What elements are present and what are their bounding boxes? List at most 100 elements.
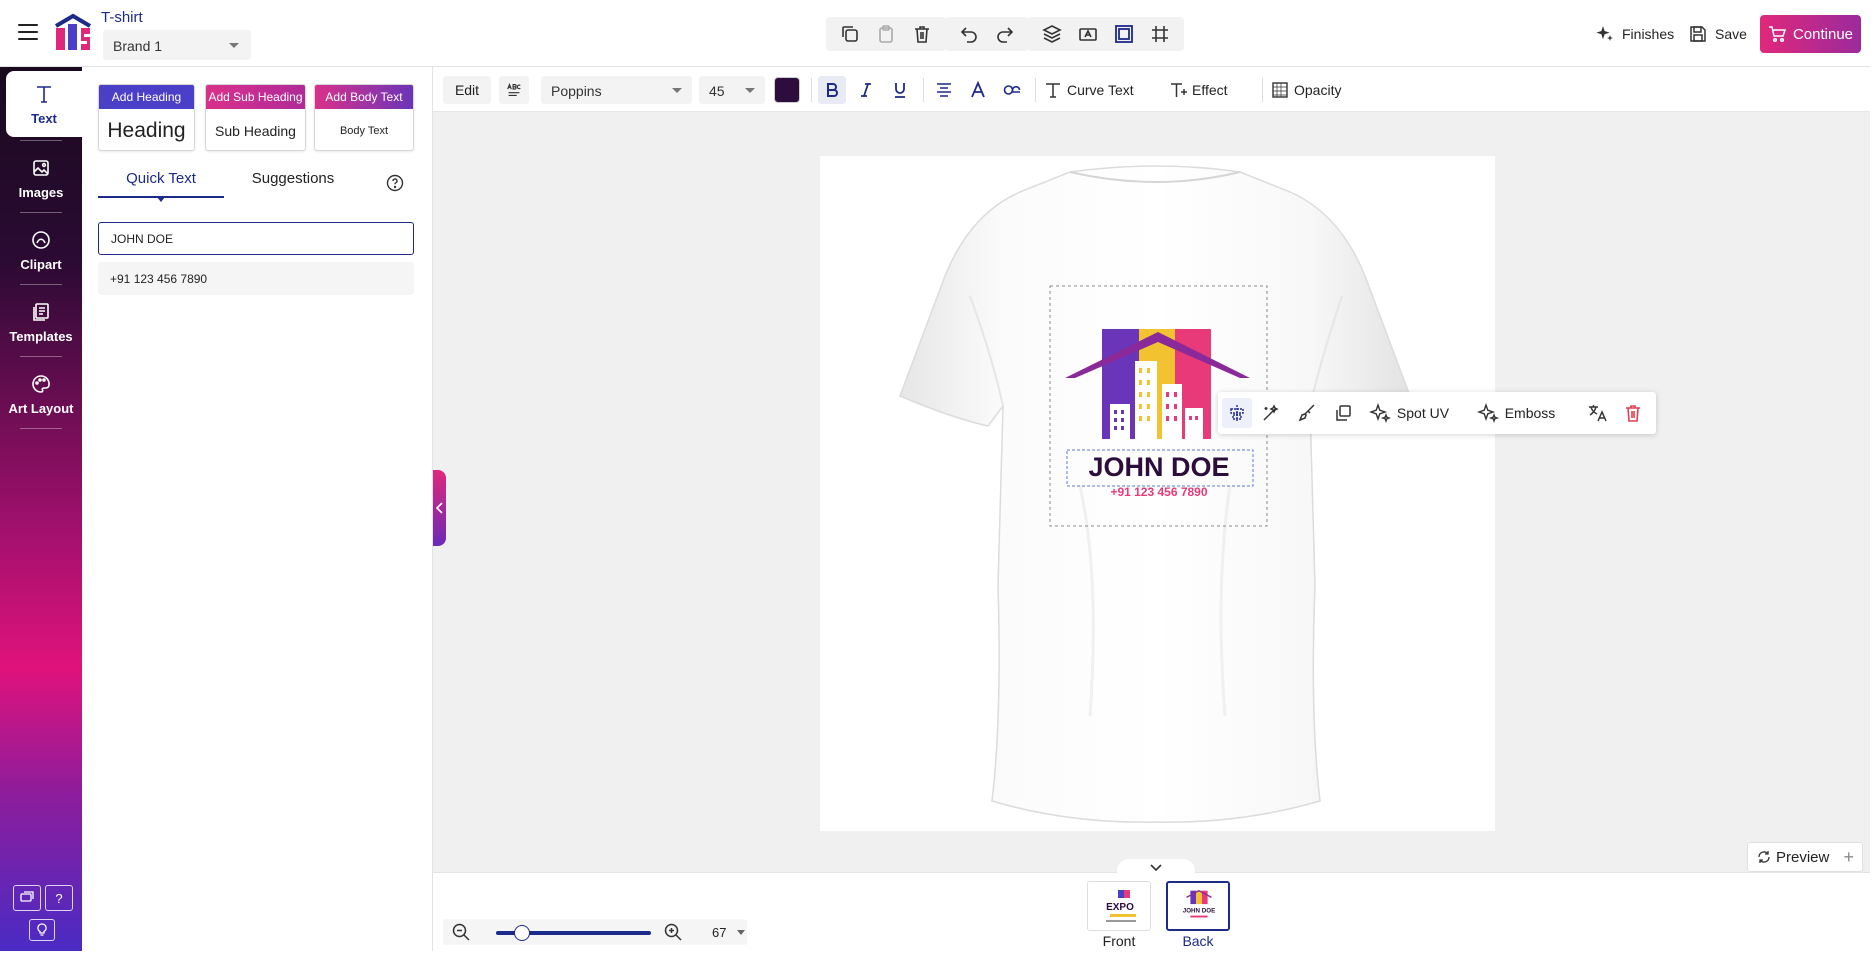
canvas-workspace: JOHN DOE +91 123 456 7890	[433, 112, 1870, 872]
chevron-down-icon[interactable]	[737, 930, 745, 935]
brand-select[interactable]: Brand 1	[103, 30, 251, 60]
text-frame-icon	[1079, 28, 1097, 41]
chevron-down-icon	[1150, 864, 1162, 872]
duplicate-button[interactable]	[1328, 398, 1358, 428]
text-color-button[interactable]	[964, 76, 992, 104]
quick-text-phone-field[interactable]: +91 123 456 7890	[98, 262, 414, 295]
canvas-name-text[interactable]: JOHN DOE	[1088, 452, 1229, 482]
text-icon	[37, 85, 51, 103]
opacity-icon	[1272, 82, 1288, 98]
clipart-icon	[32, 230, 50, 249]
rail-item-images[interactable]: Images	[0, 145, 82, 211]
effect-button[interactable]: Effect	[1168, 76, 1228, 104]
help-circle-icon[interactable]	[386, 174, 404, 192]
font-size-select[interactable]: 45	[699, 76, 765, 104]
bold-button[interactable]	[818, 76, 846, 104]
opacity-button[interactable]: Opacity	[1270, 76, 1341, 104]
rail-item-text[interactable]: Text	[6, 71, 82, 137]
save-label: Save	[1715, 26, 1747, 42]
rail-item-label: Art Layout	[8, 400, 74, 416]
delete-button[interactable]	[904, 17, 940, 51]
plus-icon[interactable]: +	[1843, 847, 1854, 868]
align-object-button[interactable]	[1222, 398, 1252, 428]
toolbar-divider	[923, 78, 924, 102]
zoom-out-icon[interactable]	[451, 922, 471, 942]
add-sub-heading-card[interactable]: Add Sub Heading Sub Heading	[205, 84, 306, 151]
spellcheck-button[interactable]	[499, 76, 529, 104]
paint-button[interactable]	[1292, 398, 1322, 428]
redo-button[interactable]	[987, 17, 1023, 51]
page-label-back[interactable]: Back	[1166, 933, 1230, 949]
add-body-text-card[interactable]: Add Body Text Body Text	[314, 84, 414, 151]
magic-wand-icon	[1263, 404, 1279, 421]
spot-uv-button[interactable]: Spot UV	[1368, 398, 1450, 428]
emboss-label: Emboss	[1504, 405, 1556, 421]
save-icon	[1690, 26, 1706, 42]
bleed-guide-icon	[1115, 25, 1133, 43]
bleed-guide-button[interactable]	[1106, 17, 1142, 51]
finishes-button[interactable]: Finishes	[1595, 18, 1674, 50]
history-tools-group	[945, 17, 1029, 51]
tab-label: Suggestions	[251, 170, 335, 187]
sparkle-icon	[1596, 26, 1613, 41]
text-panel-tabs: Quick Text Suggestions	[98, 170, 414, 202]
curve-text-button[interactable]: Curve Text	[1043, 76, 1134, 104]
opacity-label: Opacity	[1294, 82, 1342, 98]
rail-item-clipart[interactable]: Clipart	[0, 217, 82, 283]
tshirt-back-mockup: JOHN DOE +91 123 456 7890	[899, 165, 1411, 823]
tab-quick-text[interactable]: Quick Text	[98, 170, 224, 202]
toolbar-divider	[1035, 78, 1036, 102]
save-button[interactable]: Save	[1688, 18, 1747, 50]
undo-button[interactable]	[951, 17, 987, 51]
preview-button[interactable]: Preview +	[1747, 842, 1863, 872]
text-frame-button[interactable]	[1070, 17, 1106, 51]
zoom-slider[interactable]	[496, 925, 651, 941]
font-family-select[interactable]: Poppins	[541, 76, 692, 104]
help-button[interactable]: ?	[45, 885, 73, 911]
palette-icon	[32, 374, 50, 393]
layers-button[interactable]	[1034, 17, 1070, 51]
rail-item-templates[interactable]: Templates	[0, 289, 82, 355]
magic-button[interactable]	[1256, 398, 1286, 428]
menu-icon[interactable]	[18, 24, 38, 40]
zoom-value[interactable]: 67	[712, 925, 726, 940]
underline-button[interactable]	[886, 76, 914, 104]
tips-button[interactable]	[29, 919, 55, 941]
continue-button[interactable]: Continue	[1760, 15, 1861, 53]
zoom-slider-thumb[interactable]	[514, 925, 530, 941]
align-button[interactable]	[930, 76, 958, 104]
edit-text-button[interactable]: Edit	[443, 76, 491, 104]
delete-element-button[interactable]	[1618, 398, 1648, 428]
effect-icon	[1171, 83, 1187, 97]
tab-suggestions[interactable]: Suggestions	[230, 170, 356, 198]
document-title[interactable]: T-shirt	[101, 9, 143, 26]
card-header: Add Sub Heading	[206, 85, 305, 109]
emboss-button[interactable]: Emboss	[1474, 398, 1558, 428]
rail-item-art-layout[interactable]: Art Layout	[0, 361, 82, 427]
templates-icon	[33, 302, 49, 321]
chat-button[interactable]	[13, 885, 41, 911]
rotate-3d-icon	[1758, 851, 1770, 863]
page-label-front[interactable]: Front	[1087, 933, 1151, 949]
duplicate-icon	[1336, 405, 1351, 421]
copy-button[interactable]	[832, 17, 868, 51]
zoom-in-icon[interactable]	[663, 922, 683, 942]
collapse-panel-button[interactable]	[433, 470, 446, 546]
expand-pages-button[interactable]	[1117, 859, 1195, 877]
paste-button[interactable]	[868, 17, 904, 51]
rail-divider	[20, 140, 62, 141]
artboard[interactable]: JOHN DOE +91 123 456 7890	[820, 156, 1495, 831]
page-thumb-back[interactable]: JOHN DOE	[1166, 881, 1230, 931]
grid-button[interactable]	[1142, 17, 1178, 51]
text-color-swatch[interactable]	[774, 77, 800, 103]
sparkle-icon	[1476, 402, 1499, 424]
canvas-phone-text[interactable]: +91 123 456 7890	[1110, 485, 1207, 499]
brand-select-value: Brand 1	[113, 38, 163, 54]
quick-text-name-field[interactable]: JOHN DOE	[98, 222, 414, 255]
grid-icon	[1152, 26, 1168, 42]
add-heading-card[interactable]: Add Heading Heading	[98, 84, 195, 151]
page-thumb-front[interactable]: EXPO	[1087, 881, 1151, 931]
ligature-button[interactable]	[998, 76, 1026, 104]
italic-button[interactable]	[852, 76, 880, 104]
translate-button[interactable]	[1582, 398, 1612, 428]
